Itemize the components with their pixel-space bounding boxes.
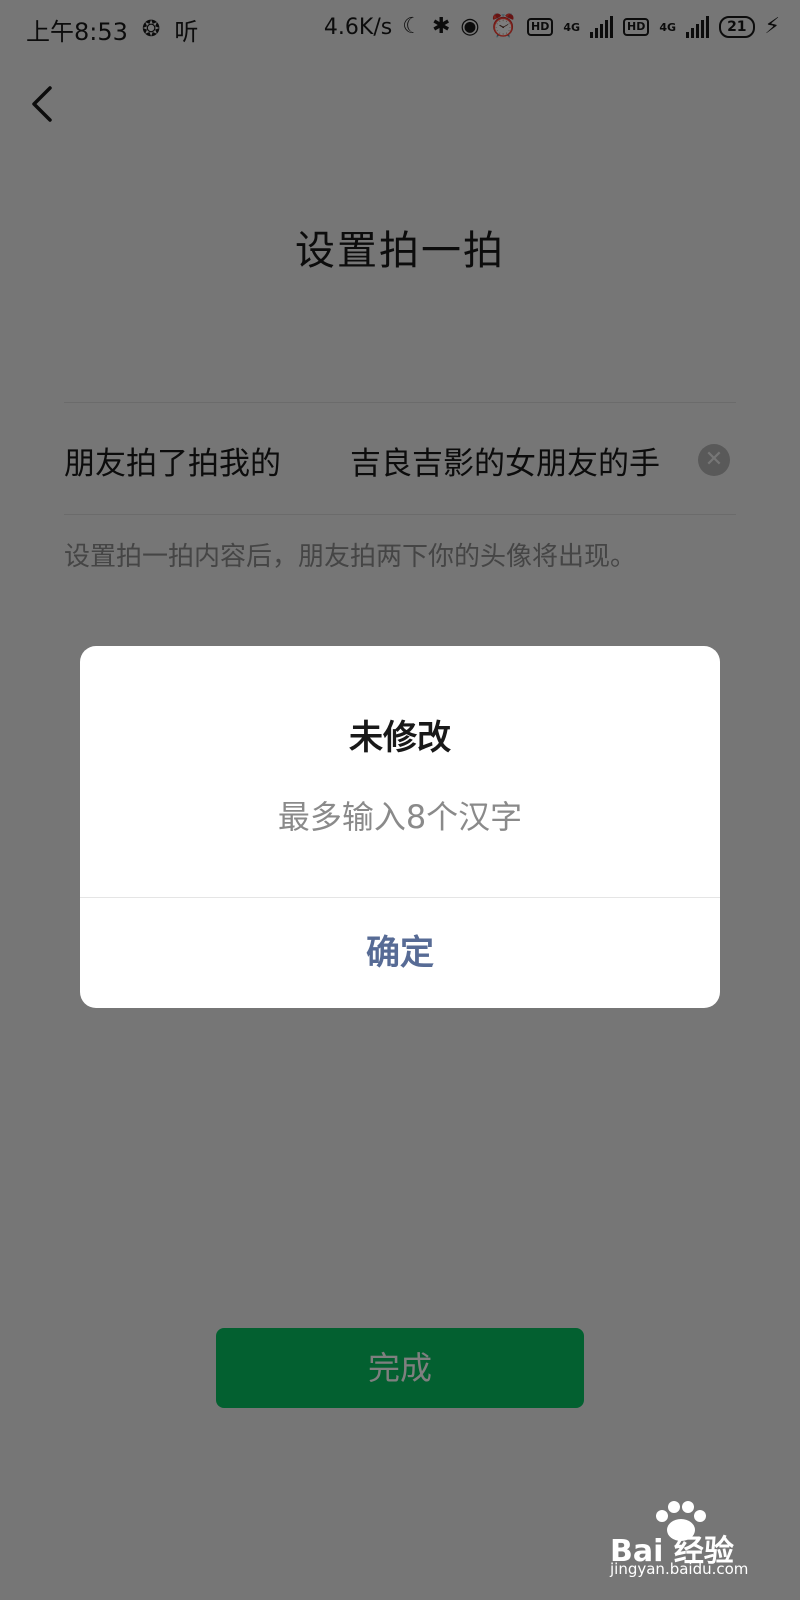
dialog-message: 最多输入8个汉字 [277, 798, 523, 836]
confirm-button[interactable]: 确定 [80, 898, 720, 1008]
alert-dialog: 未修改 最多输入8个汉字 确定 [80, 646, 720, 1008]
screen: 上午8:53 ❂ 听 4.6K/s ☾ ✱ ◉ ⏰ HD 4G HD 4G 21… [0, 0, 800, 1600]
watermark: Bai 经验 jingyan.baidu.com [610, 1498, 760, 1578]
dialog-title: 未修改 [349, 718, 451, 758]
watermark-url: jingyan.baidu.com [610, 1560, 749, 1578]
